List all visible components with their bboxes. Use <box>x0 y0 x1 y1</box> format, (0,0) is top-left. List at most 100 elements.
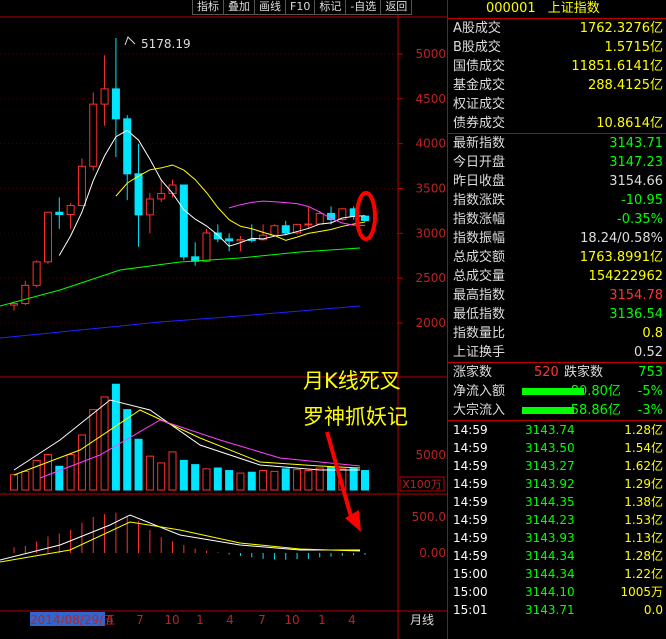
tick-row: 14:59 3143.50 1.54亿 <box>448 439 666 457</box>
candle-body <box>270 225 279 236</box>
volume-bar <box>247 471 256 491</box>
tick-price: 3143.27 <box>525 459 575 473</box>
volume-bar <box>134 438 143 491</box>
volume-bar <box>89 409 98 491</box>
volume-bar <box>225 470 234 491</box>
index-stat-value: 3154.66 <box>609 174 663 189</box>
index-stat-row: 总成交量 154222962 <box>448 267 666 286</box>
volume-unit: X100万 <box>402 478 442 491</box>
tick-volume: 1005万 <box>620 585 663 599</box>
index-stat-value: 3154.78 <box>609 288 663 303</box>
flow-row: 净流入额 -80.80亿 -5% <box>448 382 666 401</box>
x-axis-label: 2014/08/29/五 <box>30 613 115 627</box>
index-stat-row: 指数量比 0.8 <box>448 324 666 343</box>
turnover-value: 288.4125亿 <box>587 78 663 93</box>
volume-bar <box>66 453 75 491</box>
high-marker <box>124 36 136 46</box>
advancers-value: 520 <box>534 365 559 380</box>
candle-body <box>111 88 120 120</box>
candle-body <box>304 223 313 226</box>
index-stat-label: 昨日收盘 <box>453 174 506 189</box>
volume-bar <box>145 455 154 491</box>
toolbar-button-3[interactable]: F10 <box>285 0 316 15</box>
tick-time: 14:59 <box>453 477 488 491</box>
price-axis-label: 3000 <box>415 226 446 240</box>
toolbar-button-1[interactable]: 叠加 <box>223 0 255 15</box>
candle-body <box>225 238 234 242</box>
panel-title: 000001 上证指数 <box>448 0 666 19</box>
index-stat-label: 最高指数 <box>453 288 506 303</box>
candle-body <box>179 184 188 258</box>
volume-bar <box>270 470 279 491</box>
candle-body <box>100 88 109 105</box>
index-stat-label: 最低指数 <box>453 307 506 322</box>
candle-body <box>134 173 143 216</box>
candle-body <box>43 211 52 263</box>
volume-bar <box>202 468 211 491</box>
volume-bar <box>349 467 358 491</box>
candle-body <box>32 261 41 286</box>
candle-body <box>315 212 324 225</box>
index-stat-value: -10.95 <box>621 193 663 208</box>
turnover-label: 债券成交 <box>453 116 506 131</box>
flow-value: -58.86亿 <box>566 403 621 418</box>
annotation-line1: 月K线死叉 <box>303 369 401 393</box>
tick-time: 14:59 <box>453 549 488 563</box>
toolbar-button-4[interactable]: 标记 <box>314 0 347 15</box>
volume-bar <box>191 464 200 491</box>
tick-price: 3144.34 <box>525 567 575 581</box>
index-stat-label: 指数涨跌 <box>453 193 506 208</box>
index-stat-value: 18.24/0.58% <box>580 231 663 246</box>
volume-bar <box>111 383 120 491</box>
decliners-label: 跌家数 <box>564 365 604 380</box>
tick-volume: 1.22亿 <box>624 567 663 581</box>
tick-row: 15:01 3143.71 0.0 <box>448 601 666 619</box>
toolbar-button-6[interactable]: 返回 <box>380 0 413 15</box>
index-name: 上证指数 <box>547 1 600 16</box>
tick-time: 14:59 <box>453 423 488 437</box>
volume-bar <box>327 466 336 491</box>
flow-row: 大宗流入 -58.86亿 -3% <box>448 401 666 420</box>
flow-label: 大宗流入 <box>453 403 506 418</box>
macd-axis-label: 0.00 <box>419 546 446 560</box>
volume-bar <box>361 470 369 491</box>
volume-bar <box>100 396 109 491</box>
volume-bar <box>179 459 188 491</box>
volume-bar <box>213 467 222 491</box>
tick-time: 14:59 <box>453 531 488 545</box>
flow-value: -80.80亿 <box>566 384 621 399</box>
volume-bar <box>259 470 268 491</box>
turnover-row: B股成交 1.5715亿 <box>448 38 666 57</box>
index-stat-value: 3136.54 <box>609 307 663 322</box>
tick-row: 14:59 3143.74 1.28亿 <box>448 421 666 439</box>
index-stat-row: 上证换手 0.52 <box>448 343 666 362</box>
tick-volume: 1.13亿 <box>624 531 663 545</box>
kline-chart[interactable]: 5000 4500 4000 3500 3000 2500 2000 5178.19 5000 X… <box>0 0 447 639</box>
turnover-value: 11851.6141亿 <box>571 59 663 74</box>
index-code: 000001 <box>486 1 536 16</box>
tick-time: 15:00 <box>453 567 488 581</box>
turnover-row: 债券成交 10.8614亿 <box>448 114 666 133</box>
volume-axis-label: 5000 <box>415 448 446 462</box>
tick-price: 3143.71 <box>525 603 575 617</box>
dea-line <box>0 521 361 563</box>
index-stat-row: 最低指数 3136.54 <box>448 305 666 324</box>
tick-price: 3144.23 <box>525 513 575 527</box>
tick-volume: 0.0 <box>643 603 663 617</box>
tick-volume: 1.62亿 <box>624 459 663 473</box>
tick-row: 15:00 3144.10 1005万 <box>448 583 666 601</box>
tick-row: 15:00 3144.34 1.22亿 <box>448 565 666 583</box>
price-axis-label: 2500 <box>415 271 446 285</box>
toolbar-button-2[interactable]: 画线 <box>254 0 286 15</box>
index-stat-row: 指数涨幅 -0.35% <box>448 210 666 229</box>
tick-row: 14:59 3144.23 1.53亿 <box>448 511 666 529</box>
tick-volume: 1.53亿 <box>624 513 663 527</box>
toolbar-button-5[interactable]: -自选 <box>345 0 382 15</box>
index-stat-row: 最新指数 3143.71 <box>448 134 666 153</box>
index-stat-row: 昨日收盘 3154.66 <box>448 172 666 191</box>
x-axis-label: 10 <box>164 613 179 627</box>
volume-bar <box>10 474 18 491</box>
toolbar-button-0[interactable]: 指标 <box>192 0 224 15</box>
candle-body <box>145 198 154 216</box>
tick-row: 14:59 3143.92 1.29亿 <box>448 475 666 493</box>
